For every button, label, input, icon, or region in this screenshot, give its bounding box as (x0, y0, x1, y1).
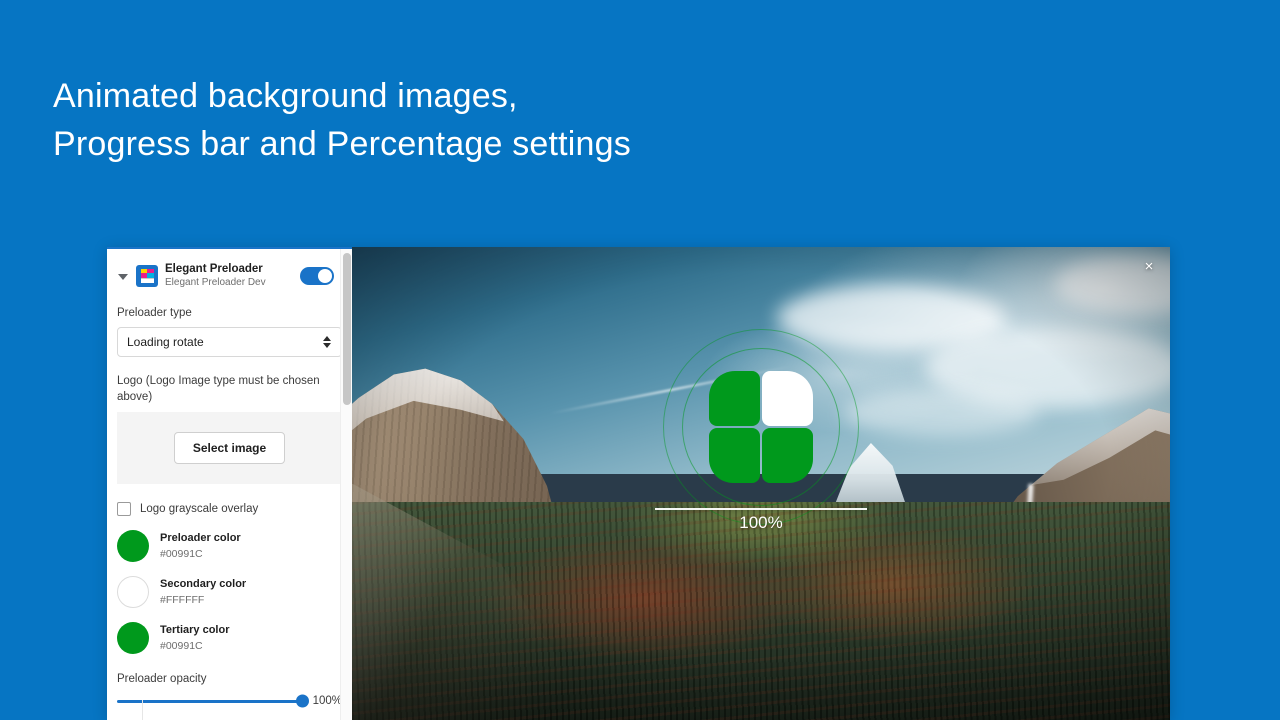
preloader-color-hex: #00991C (160, 547, 203, 560)
logo-dropzone[interactable]: Select image (117, 412, 342, 485)
app-name: Elegant Preloader (165, 263, 263, 275)
logo-grayscale-label: Logo grayscale overlay (140, 503, 259, 516)
app-subtitle: Elegant Preloader Dev (165, 277, 266, 289)
logo-grayscale-checkbox[interactable] (117, 502, 131, 517)
app-tile-icon (136, 264, 158, 287)
tertiary-color-hex: #00991C (160, 639, 203, 652)
color-row-preloader[interactable]: Preloader color #00991C (117, 530, 342, 563)
color-row-tertiary[interactable]: Tertiary color #00991C (117, 622, 342, 655)
secondary-color-name: Secondary color (160, 577, 247, 590)
logo-petal-top-left (709, 370, 760, 426)
close-icon[interactable]: × (1139, 257, 1159, 277)
color-row-secondary[interactable]: Secondary color #FFFFFF (117, 576, 342, 609)
tertiary-color-swatch[interactable] (117, 622, 149, 655)
preloader-type-select[interactable]: Loading rotate (117, 327, 342, 358)
logo-grayscale-row[interactable]: Logo grayscale overlay (117, 502, 342, 517)
settings-panel: Elegant Preloader Elegant Preloader Dev … (107, 247, 352, 720)
select-image-button[interactable]: Select image (173, 432, 286, 465)
progress-bar (655, 508, 867, 510)
preloader-color-swatch[interactable] (117, 530, 149, 563)
page-title: Animated background images, Progress bar… (53, 77, 631, 163)
preloader-color-name: Preloader color (160, 531, 241, 544)
app-header-row[interactable]: Elegant Preloader Elegant Preloader Dev (117, 259, 342, 289)
logo-label: Logo (Logo Image type must be chosen abo… (117, 375, 320, 403)
caret-down-icon[interactable] (117, 270, 129, 282)
preloader-preview: 100% × (352, 247, 1170, 720)
panel-divider (142, 700, 352, 720)
preloader-type-label: Preloader type (117, 306, 192, 319)
preloader-type-value: Loading rotate (127, 335, 204, 350)
enable-preloader-toggle[interactable] (300, 266, 334, 285)
secondary-color-hex: #FFFFFF (160, 593, 205, 606)
preloader-opacity-label: Preloader opacity (117, 673, 207, 686)
progress-percentage: 100% (739, 513, 783, 532)
tertiary-color-name: Tertiary color (160, 623, 230, 636)
select-spinner-icon (323, 335, 332, 349)
logo-petal-bottom-right (762, 427, 813, 483)
logo-petal-bottom-left (709, 427, 760, 483)
secondary-color-swatch[interactable] (117, 576, 149, 609)
logo-petal-top-right (762, 370, 813, 426)
four-petal-logo (709, 370, 813, 483)
product-screenshot: Elegant Preloader Elegant Preloader Dev … (107, 247, 1170, 720)
scrollbar-thumb[interactable] (343, 253, 351, 405)
panel-scrollbar[interactable] (340, 249, 352, 720)
